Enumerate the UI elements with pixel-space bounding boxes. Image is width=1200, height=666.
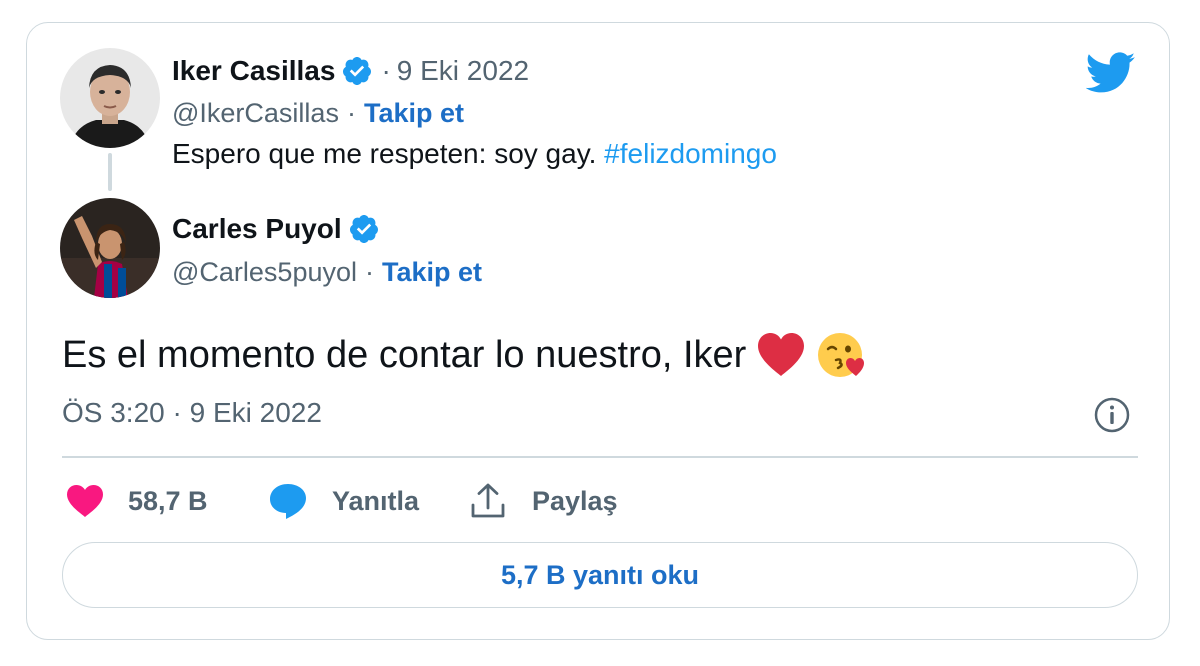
tweet-text: Es el momento de contar lo nuestro, Iker bbox=[62, 330, 866, 380]
quoted-handle[interactable]: @IkerCasillas bbox=[172, 98, 339, 129]
red-heart-icon bbox=[758, 333, 805, 376]
divider bbox=[62, 456, 1138, 458]
reply-handle-row: @Carles5puyol · Takip et bbox=[172, 254, 482, 290]
verified-badge-icon bbox=[349, 215, 378, 243]
quoted-date[interactable]: 9 Eki 2022 bbox=[397, 55, 529, 87]
hashtag-link[interactable]: #felizdomingo bbox=[604, 138, 777, 169]
reply-bubble-icon bbox=[270, 484, 306, 519]
reply-label: Yanıtla bbox=[332, 485, 420, 516]
heart-icon bbox=[67, 485, 103, 517]
follow-iker-button[interactable]: Takip et bbox=[364, 98, 464, 129]
read-replies-label: 5,7 B yanıtı oku bbox=[500, 559, 700, 590]
reply-author-row: Carles Puyol bbox=[172, 210, 380, 248]
verified-badge-icon bbox=[343, 57, 372, 85]
quoted-author-row: Iker Casillas · 9 Eki 2022 bbox=[172, 52, 529, 90]
twitter-logo-icon[interactable] bbox=[1086, 52, 1136, 94]
share-label: Paylaş bbox=[532, 485, 618, 516]
quoted-text-body: Espero que me respeten: soy gay. bbox=[172, 138, 605, 169]
like-count: 58,7 B bbox=[128, 485, 208, 516]
iker-avatar[interactable] bbox=[60, 48, 160, 148]
puyol-avatar-image bbox=[60, 198, 160, 298]
tweet-timestamp[interactable]: ÖS 3:20 · 9 Eki 2022 bbox=[62, 397, 322, 429]
kissing-face-icon bbox=[818, 333, 865, 377]
separator-dot: · bbox=[365, 256, 374, 287]
thread-line bbox=[108, 153, 112, 191]
reply-button[interactable]: Yanıtla bbox=[268, 478, 419, 524]
quoted-handle-row: @IkerCasillas · Takip et bbox=[172, 95, 464, 131]
iker-avatar-image bbox=[60, 48, 160, 148]
like-button[interactable]: 58,7 B bbox=[66, 478, 208, 524]
tweet-text-body: Es el momento de contar lo nuestro, Iker bbox=[62, 333, 747, 376]
share-icon bbox=[471, 483, 505, 518]
info-icon[interactable] bbox=[1093, 396, 1131, 434]
puyol-avatar[interactable] bbox=[60, 198, 160, 298]
reply-handle[interactable]: @Carles5puyol bbox=[172, 257, 357, 288]
quoted-display-name[interactable]: Iker Casillas bbox=[172, 55, 335, 87]
quoted-tweet-text: Espero que me respeten: soy gay. #felizd… bbox=[172, 138, 777, 170]
follow-puyol-button[interactable]: Takip et bbox=[382, 257, 482, 288]
reply-display-name[interactable]: Carles Puyol bbox=[172, 213, 342, 245]
read-replies-button[interactable]: 5,7 B yanıtı oku bbox=[62, 542, 1138, 608]
separator-dot: · bbox=[381, 55, 391, 86]
share-button[interactable]: Paylaş bbox=[468, 478, 618, 524]
separator-dot: · bbox=[346, 97, 356, 128]
